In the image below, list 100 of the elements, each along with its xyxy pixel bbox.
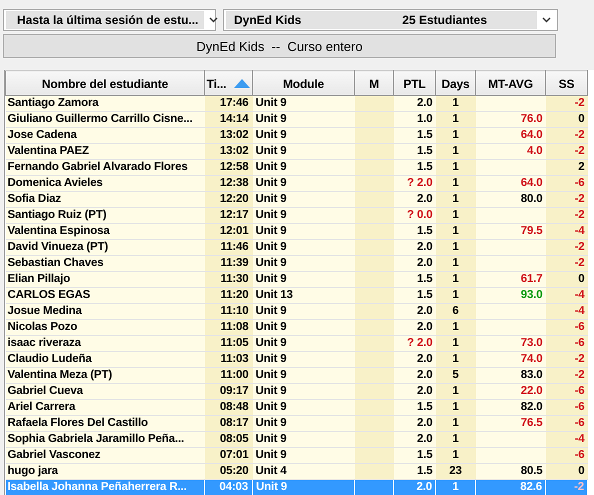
mt-avg-cell: 64.0 [520,177,542,189]
caret-icon [542,17,551,23]
column-header[interactable]: Nombre del estudiante [6,70,204,96]
course-dropdown[interactable]: DynEd Kids 25 Estudiantes [223,9,558,31]
time-cell: 12:38 [220,177,248,189]
module-cell: Unit 9 [256,161,287,173]
module-cell: Unit 9 [256,209,287,221]
ss-cell: 0 [578,113,584,125]
days-cell: 1 [452,161,459,173]
period-text: Hasta la última sesión de estu... [6,11,204,29]
ptl-cell: 2.0 [416,385,432,397]
time-cell: 11:03 [220,353,248,365]
module-cell: Unit 9 [256,273,287,285]
student-name[interactable]: hugo jara [8,465,58,477]
ptl-cell: 2.0 [416,433,432,445]
module-cell: Unit 9 [256,145,287,157]
mt-avg-cell: 79.5 [520,225,542,237]
mt-avg-cell: 82.6 [520,481,542,493]
ptl-cell: 1.5 [416,449,432,461]
module-cell: Unit 9 [256,353,287,365]
module-cell: Unit 9 [256,385,287,397]
ss-cell: -2 [574,129,584,141]
days-cell: 5 [452,369,459,381]
ss-cell: -2 [574,481,584,493]
ss-cell: -2 [574,97,584,109]
days-cell: 1 [452,401,459,413]
column-header[interactable]: M [354,70,394,96]
time-cell: 11:00 [220,369,248,381]
ptl-cell: 2.0 [416,417,432,429]
caret-icon [209,17,218,23]
ptl-cell: 1.5 [416,401,432,413]
module-cell: Unit 13 [256,289,293,301]
ss-cell: -4 [574,305,584,317]
mt-avg-cell: 93.0 [520,289,542,301]
student-count: 25 Estudiantes [402,13,487,27]
ptl-cell: 2.0 [416,369,432,381]
column-header[interactable]: Module [252,70,354,96]
ptl-cell: 2.0 [416,97,432,109]
period-dropdown[interactable]: Hasta la última sesión de estu... [3,9,216,31]
ptl-cell: ? 2.0 [407,177,432,189]
module-cell: Unit 9 [256,225,287,237]
course-scope-button[interactable]: DynEd Kids -- Curso entero [3,34,556,58]
mt-avg-cell: 83.0 [520,369,542,381]
days-cell: 23 [449,465,462,477]
ptl-cell: 1.5 [416,145,432,157]
ptl-cell: 1.0 [416,113,432,125]
time-cell: 12:17 [220,209,248,221]
mt-avg-cell: 61.7 [520,273,542,285]
column-header[interactable]: Days [436,70,476,96]
ss-cell: -6 [574,321,584,333]
ptl-cell: 1.5 [416,225,432,237]
module-cell: Unit 9 [256,433,287,445]
time-cell: 11:10 [220,305,248,317]
mt-avg-cell: 64.0 [520,129,542,141]
time-cell: 17:46 [220,97,248,109]
time-cell: 05:20 [220,465,248,477]
column-header[interactable]: SS [546,70,588,96]
days-cell: 1 [452,417,459,429]
ss-cell: 2 [578,161,584,173]
ptl-cell: 1.5 [416,129,432,141]
time-cell: 12:20 [220,193,248,205]
time-cell: 11:46 [220,241,248,253]
ss-cell: -6 [574,177,584,189]
ss-cell: -2 [574,209,584,221]
ss-cell: 0 [578,465,584,477]
time-cell: 11:20 [220,289,248,301]
time-cell: 11:08 [220,321,248,333]
ss-cell: -6 [574,417,584,429]
time-cell: 07:01 [220,449,248,461]
module-cell: Unit 9 [256,193,287,205]
ss-cell: -2 [574,369,584,381]
module-cell: Unit 4 [256,465,287,477]
column-header[interactable]: PTL [394,70,436,96]
time-cell: 09:17 [220,385,248,397]
mt-avg-cell: 80.5 [520,465,542,477]
time-cell: 08:05 [220,433,248,445]
days-cell: 1 [452,385,459,397]
days-cell: 1 [452,257,459,269]
column-header[interactable]: Ti... [204,70,252,96]
days-cell: 1 [452,113,459,125]
ss-cell: -2 [574,257,584,269]
mt-avg-cell: 73.0 [520,337,542,349]
time-cell: 11:05 [220,337,248,349]
ss-cell: -4 [574,433,584,445]
ptl-cell: 2.0 [416,481,432,493]
days-cell: 1 [452,353,459,365]
mt-avg-cell: 22.0 [520,385,542,397]
column-header[interactable]: MT-AVG [476,70,546,96]
ss-cell: -6 [574,401,584,413]
ptl-cell: 2.0 [416,193,432,205]
ptl-cell: 1.5 [416,289,432,301]
days-cell: 1 [452,129,459,141]
days-cell: 1 [452,209,459,221]
module-cell: Unit 9 [256,97,287,109]
days-cell: 1 [452,193,459,205]
days-cell: 1 [452,177,459,189]
mt-avg-cell: 76.5 [520,417,542,429]
module-cell: Unit 9 [256,305,287,317]
time-cell: 12:01 [220,225,248,237]
ptl-cell: ? 0.0 [407,209,432,221]
